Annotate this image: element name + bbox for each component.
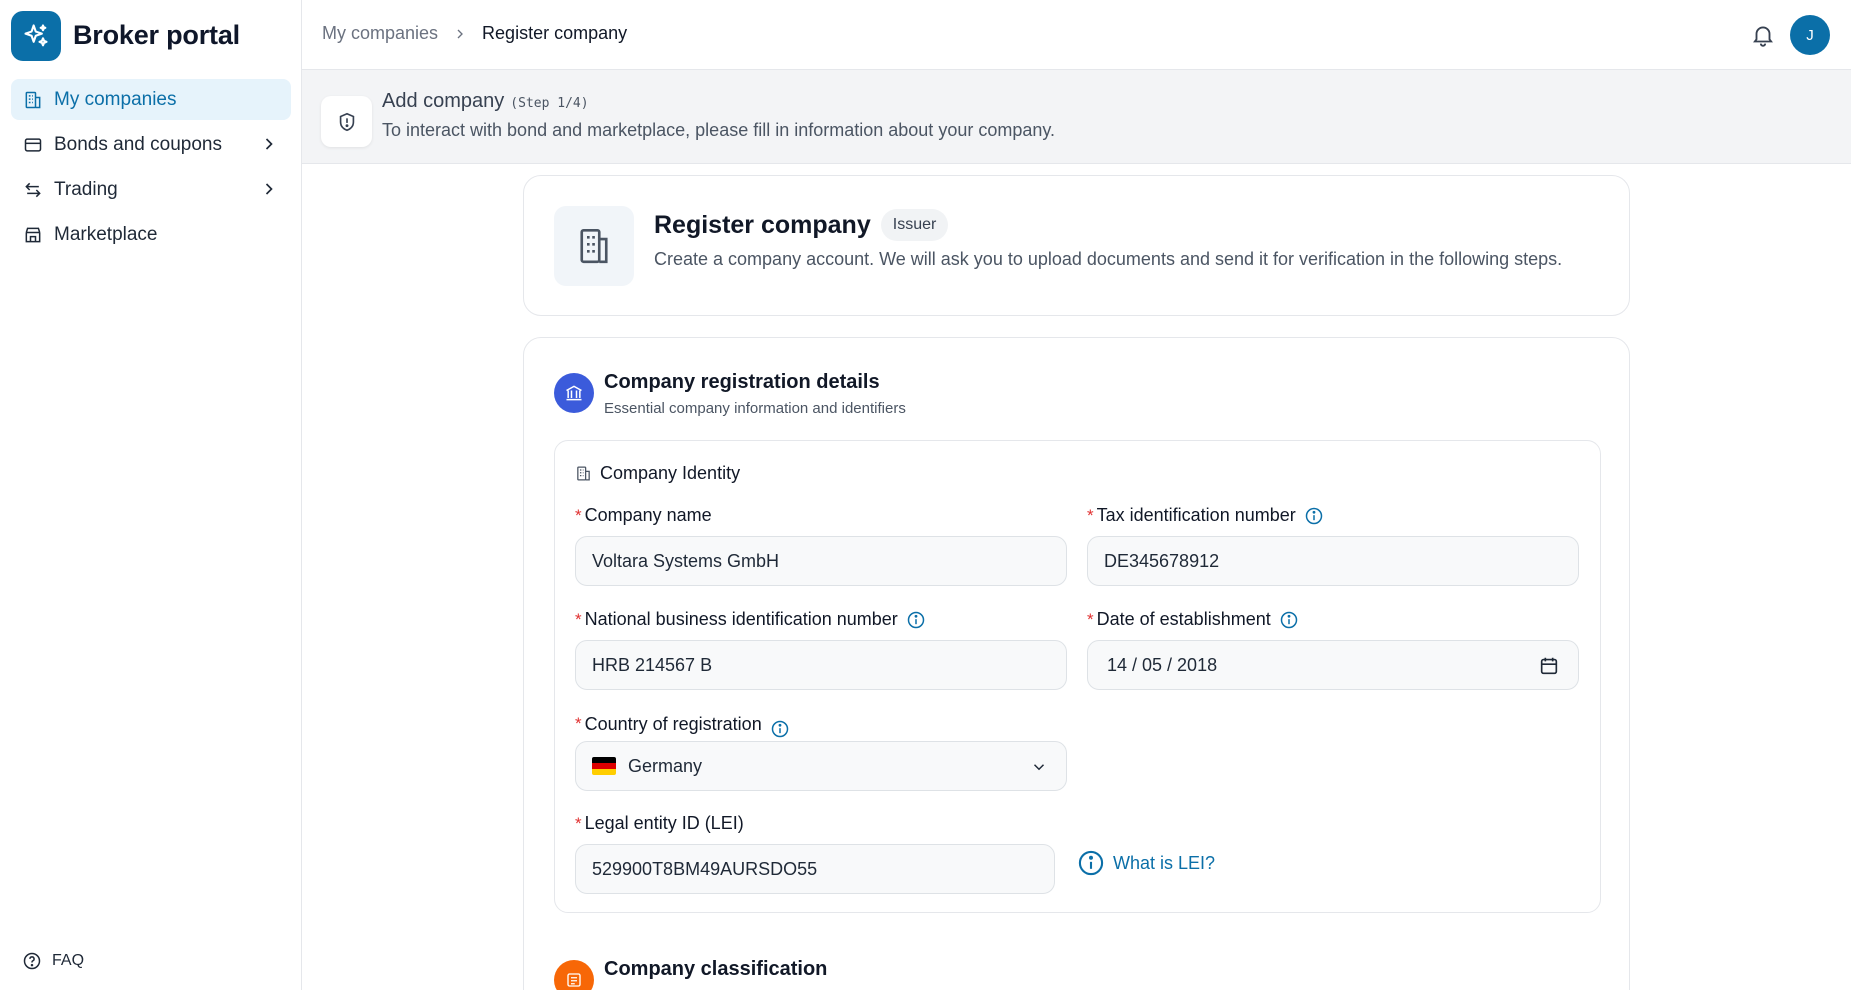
group-title-text: Company Identity (600, 463, 741, 483)
sidebar: Broker portal My companies Bonds and cou… (0, 0, 302, 990)
banner-description: To interact with bond and marketplace, p… (382, 120, 1056, 140)
country-select[interactable]: Germany (575, 741, 1067, 791)
app-name: Broker portal (73, 20, 240, 50)
faq-link[interactable]: FAQ (22, 951, 84, 971)
info-icon[interactable] (770, 719, 790, 739)
registration-form-card: Company registration details Essential c… (523, 337, 1630, 990)
lei-help-text: What is LEI? (1113, 852, 1216, 873)
role-badge: Issuer (880, 209, 949, 241)
bank-icon (554, 373, 594, 413)
label-text: Tax identification number (1096, 505, 1296, 525)
breadcrumb: My companies Register company (322, 23, 627, 44)
info-icon (1078, 850, 1104, 876)
card-icon (22, 134, 44, 156)
required-marker: * (1087, 505, 1094, 525)
label-text: Legal entity ID (LEI) (584, 813, 744, 833)
what-is-lei-link[interactable]: What is LEI? (1077, 849, 1215, 877)
input-value: Voltara Systems GmbH (592, 550, 780, 571)
germany-flag-icon (592, 757, 616, 775)
page-title-text: Register company (654, 210, 871, 239)
store-icon (22, 224, 44, 246)
info-icon[interactable] (1304, 506, 1324, 526)
list-icon (554, 960, 594, 990)
company-name-label: * Company name (575, 505, 712, 526)
date-established-input[interactable]: 14 / 05 / 2018 (1087, 640, 1579, 690)
select-value: Germany (628, 755, 703, 776)
group-title: Company Identity (575, 463, 740, 484)
section-title: Company classification (604, 958, 828, 980)
sidebar-item-bonds-and-coupons[interactable]: Bonds and coupons (11, 124, 291, 165)
sidebar-item-label: Trading (54, 178, 118, 200)
arrows-icon (22, 179, 44, 201)
step-banner: Add company (Step 1/4) To interact with b… (302, 70, 1851, 164)
input-value: DE345678912 (1104, 550, 1220, 571)
sidebar-nav: My companies Bonds and coupons Trading M… (11, 79, 291, 259)
input-value: HRB 214567 B (592, 654, 713, 675)
bell-icon[interactable] (1750, 22, 1776, 48)
calendar-icon[interactable] (1538, 655, 1560, 677)
banner-title-text: Add company (382, 90, 505, 112)
chevron-right-icon (457, 29, 463, 38)
input-value: 14 / 05 / 2018 (1107, 654, 1218, 675)
required-marker: * (575, 505, 582, 525)
breadcrumb-my-companies[interactable]: My companies (322, 23, 438, 44)
banner-title: Add company (Step 1/4) (382, 90, 589, 113)
page-title: Register company Issuer (654, 209, 949, 241)
required-marker: * (1087, 609, 1094, 629)
company-name-input[interactable]: Voltara Systems GmbH (575, 536, 1067, 586)
avatar[interactable]: J (1790, 15, 1830, 55)
label-text: Country of registration (584, 713, 762, 734)
help-circle-icon (23, 952, 41, 970)
input-value: 529900T8BM49AURSDO55 (592, 858, 818, 879)
country-label: * Country of registration (575, 709, 790, 739)
building-icon (577, 466, 590, 481)
chevron-right-icon (265, 138, 273, 150)
sidebar-item-label: Marketplace (54, 223, 158, 245)
info-icon[interactable] (906, 610, 926, 630)
building-icon (22, 89, 44, 111)
national-id-label: * National business identification numbe… (575, 609, 926, 630)
lei-label: * Legal entity ID (LEI) (575, 813, 744, 834)
label-text: Company name (584, 505, 712, 525)
label-text: Date of establishment (1096, 609, 1271, 629)
sidebar-item-my-companies[interactable]: My companies (11, 79, 291, 120)
breadcrumb-current: Register company (482, 23, 628, 43)
required-marker: * (575, 714, 582, 733)
tax-id-input[interactable]: DE345678912 (1087, 536, 1579, 586)
sidebar-item-label: Bonds and coupons (54, 133, 222, 155)
shield-icon (321, 96, 372, 147)
chevron-down-icon (1033, 764, 1045, 771)
lei-input[interactable]: 529900T8BM49AURSDO55 (575, 844, 1055, 894)
date-established-label: * Date of establishment (1087, 609, 1299, 630)
required-marker: * (575, 813, 582, 833)
company-identity-group: Company Identity * Company name Voltara … (554, 440, 1601, 913)
info-icon[interactable] (1279, 610, 1299, 630)
label-text: National business identification number (584, 609, 898, 629)
sidebar-item-marketplace[interactable]: Marketplace (11, 214, 291, 255)
sparkle-logo-icon (11, 10, 61, 61)
national-id-input[interactable]: HRB 214567 B (575, 640, 1067, 690)
page-description: Create a company account. We will ask yo… (654, 249, 1563, 269)
top-bar: My companies Register company J (302, 0, 1851, 70)
section-title: Company registration details (604, 371, 880, 393)
brand[interactable]: Broker portal (11, 10, 240, 61)
faq-label: FAQ (52, 952, 85, 969)
register-company-header-card: Register company Issuer Create a company… (523, 175, 1630, 316)
building-icon (554, 206, 634, 286)
chevron-right-icon (265, 183, 273, 195)
step-indicator: (Step 1/4) (510, 96, 589, 111)
section-subtitle: Essential company information and identi… (604, 400, 906, 417)
sidebar-item-label: My companies (54, 88, 177, 110)
sidebar-item-trading[interactable]: Trading (11, 169, 291, 210)
tax-id-label: * Tax identification number (1087, 505, 1324, 526)
required-marker: * (575, 609, 582, 629)
